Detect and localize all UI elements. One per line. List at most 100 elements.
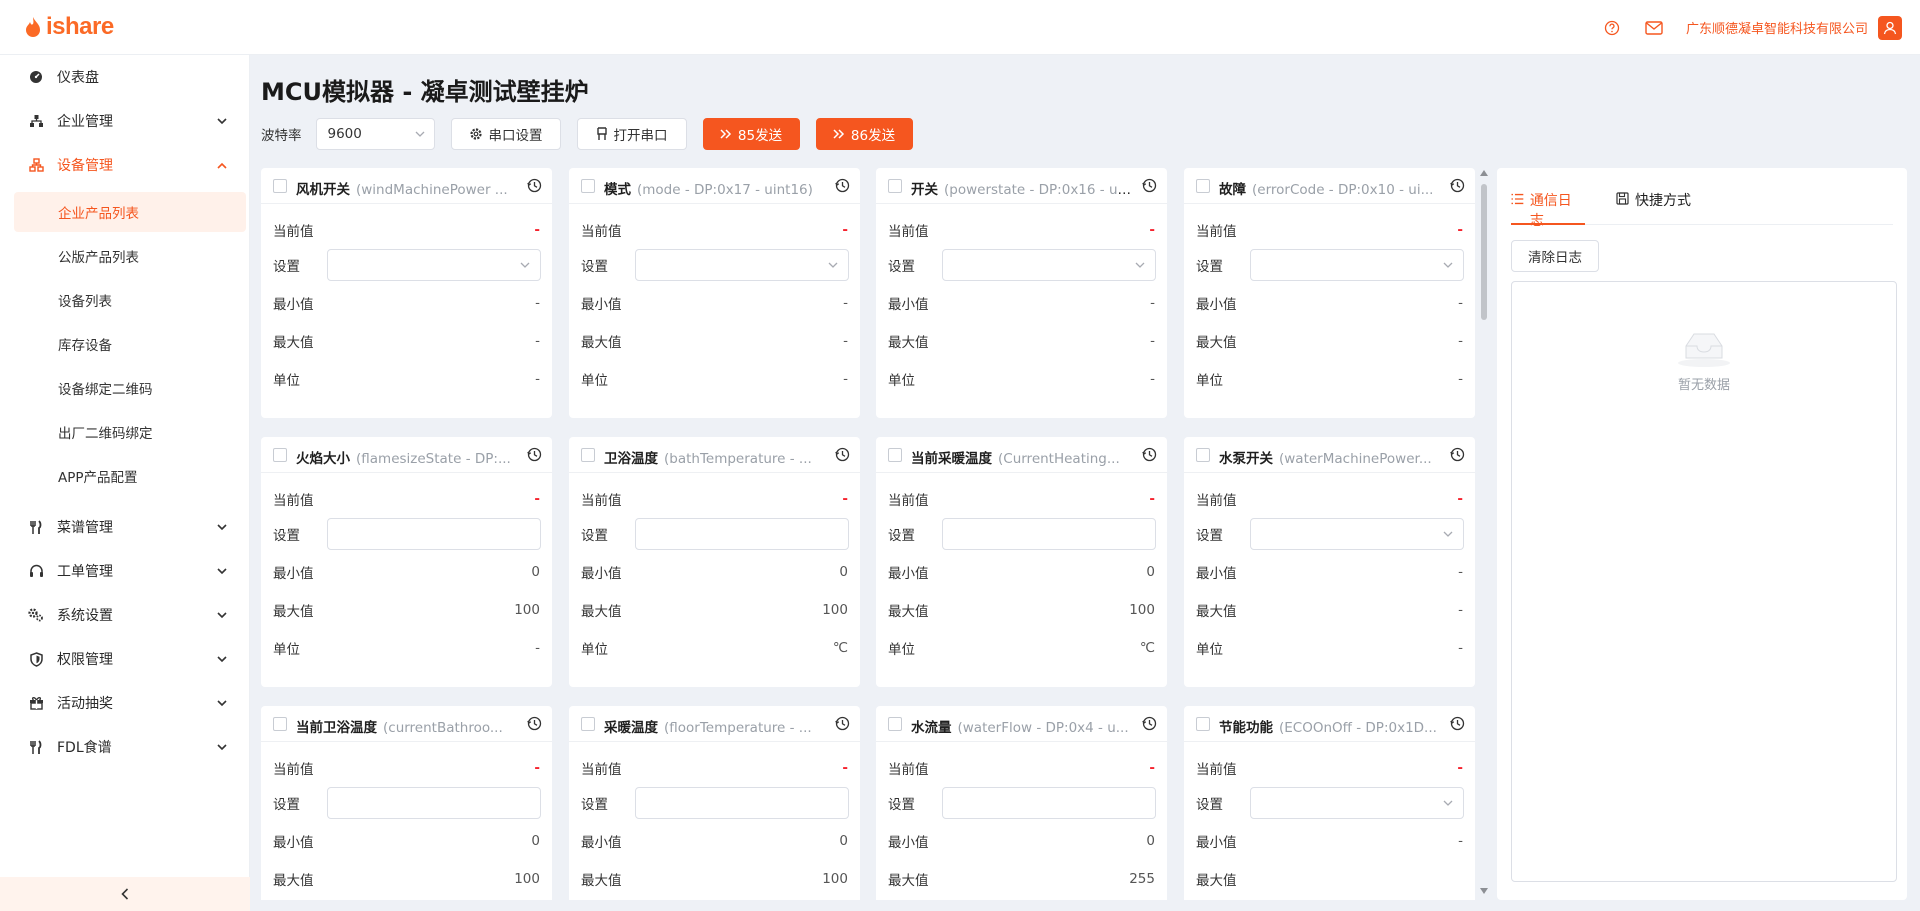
set-value-input[interactable] xyxy=(327,787,541,819)
send-85-button[interactable]: 85发送 xyxy=(702,118,800,150)
dp-select-checkbox[interactable] xyxy=(273,179,287,193)
sidebar-sub-public-products[interactable]: 公版产品列表 xyxy=(14,236,246,276)
history-icon[interactable] xyxy=(1142,178,1157,193)
dp-card-header: 模式 (mode - DP:0x17 - uint16) xyxy=(569,168,860,204)
dp-select-checkbox[interactable] xyxy=(1196,717,1210,731)
dp-select-checkbox[interactable] xyxy=(581,179,595,193)
set-value-select[interactable] xyxy=(942,249,1156,281)
user-avatar[interactable] xyxy=(1878,15,1902,40)
current-value-row: 当前值 - xyxy=(888,489,1155,509)
dp-select-checkbox[interactable] xyxy=(888,448,902,462)
double-chevron-right-icon xyxy=(833,129,844,139)
tab-comm-log-label: 通信日志 xyxy=(1529,193,1572,229)
set-value-select[interactable] xyxy=(327,249,541,281)
empty-inbox-icon xyxy=(1678,333,1730,367)
sidebar-collapse-button[interactable] xyxy=(0,877,250,911)
set-value-select[interactable] xyxy=(1250,518,1464,550)
max-value-row: 最大值 - xyxy=(1196,600,1463,620)
history-icon[interactable] xyxy=(1142,716,1157,731)
history-icon[interactable] xyxy=(527,447,542,462)
dp-select-checkbox[interactable] xyxy=(273,448,287,462)
history-icon[interactable] xyxy=(527,716,542,731)
set-value-input[interactable] xyxy=(327,518,541,550)
sidebar-sub-enterprise-products[interactable]: 企业产品列表 xyxy=(14,192,246,232)
tab-comm-log[interactable]: 通信日志 xyxy=(1511,190,1585,229)
sidebar-item-dashboard[interactable]: 仪表盘 xyxy=(0,55,250,99)
max-value: - xyxy=(1150,333,1155,349)
sidebar-item-label: 企业管理 xyxy=(57,114,113,130)
set-value-select[interactable] xyxy=(635,249,849,281)
set-value-input[interactable] xyxy=(942,787,1156,819)
tab-shortcuts[interactable]: 快捷方式 xyxy=(1616,190,1691,225)
sidebar-item-permissions[interactable]: 权限管理 xyxy=(0,637,250,681)
current-value-label: 当前值 xyxy=(581,493,622,509)
set-value-input[interactable] xyxy=(942,518,1156,550)
history-icon[interactable] xyxy=(1450,447,1465,462)
scroll-up-icon[interactable] xyxy=(1480,170,1488,176)
brand-logo[interactable]: ishare xyxy=(24,13,114,41)
dp-select-checkbox[interactable] xyxy=(888,179,902,193)
dp-card-header: 当前采暖温度 (CurrentHeating... xyxy=(876,437,1167,473)
max-value-row: 最大值 - xyxy=(1196,331,1463,351)
open-port-button[interactable]: 打开串口 xyxy=(576,118,687,150)
clear-log-button[interactable]: 清除日志 xyxy=(1511,240,1599,272)
history-icon[interactable] xyxy=(835,716,850,731)
sidebar-sub-bind-qrcode[interactable]: 设备绑定二维码 xyxy=(14,368,246,408)
sidebar-sub-device-list[interactable]: 设备列表 xyxy=(14,280,246,320)
grid-scrollbar[interactable] xyxy=(1478,168,1490,896)
set-value-input[interactable] xyxy=(635,518,849,550)
dp-code: (ECOOnOff - DP:0x1D... xyxy=(1279,720,1437,736)
current-value-row: 当前值 - xyxy=(888,220,1155,240)
dp-card: 故障 (errorCode - DP:0x10 - ui... 当前值 - 设置 最小值 -… xyxy=(1184,168,1475,418)
dp-select-checkbox[interactable] xyxy=(888,717,902,731)
history-icon[interactable] xyxy=(1450,178,1465,193)
scrollbar-thumb[interactable] xyxy=(1481,184,1487,320)
history-icon[interactable] xyxy=(835,447,850,462)
log-content: 暂无数据 xyxy=(1511,281,1897,882)
max-value: 100 xyxy=(514,602,540,618)
dp-select-checkbox[interactable] xyxy=(581,717,595,731)
sidebar-item-fdl-recipes[interactable]: FDL食谱 xyxy=(0,725,250,769)
mail-icon[interactable] xyxy=(1644,18,1664,38)
unit-value-row: 单位 - xyxy=(1196,638,1463,658)
sidebar-nav: 仪表盘 企业管理 设备管理 企业产品列表 公版产品列表 设备列表 库存设备 设备… xyxy=(0,55,250,911)
max-value-label: 最大值 xyxy=(273,873,314,889)
flame-logo-icon xyxy=(26,17,40,37)
history-icon[interactable] xyxy=(527,178,542,193)
send-86-button[interactable]: 86发送 xyxy=(815,118,913,150)
sidebar-item-recipes[interactable]: 菜谱管理 xyxy=(0,505,250,549)
min-value-row: 最小值 - xyxy=(1196,293,1463,313)
question-circle-icon[interactable] xyxy=(1602,18,1622,38)
unit-value-row: 单位 - xyxy=(273,638,540,658)
current-value-row: 当前值 - xyxy=(581,758,848,778)
dp-code: (windMachinePower ... xyxy=(356,182,508,198)
min-value-label: 最小值 xyxy=(1196,566,1237,582)
sidebar-sub-app-config[interactable]: APP产品配置 xyxy=(14,456,246,496)
sidebar-sub-factory-qrcode[interactable]: 出厂二维码绑定 xyxy=(14,412,246,452)
max-value-row: 最大值 - xyxy=(581,331,848,351)
dp-select-checkbox[interactable] xyxy=(1196,448,1210,462)
dp-select-checkbox[interactable] xyxy=(273,717,287,731)
log-panel: 通信日志 快捷方式 清除日志 暂无数据 xyxy=(1497,168,1907,900)
set-value-input[interactable] xyxy=(635,787,849,819)
max-value: - xyxy=(535,333,540,349)
max-value-label: 最大值 xyxy=(581,335,622,351)
history-icon[interactable] xyxy=(1450,716,1465,731)
set-value-select[interactable] xyxy=(1250,249,1464,281)
dp-select-checkbox[interactable] xyxy=(1196,179,1210,193)
sidebar-item-device[interactable]: 设备管理 xyxy=(0,143,250,187)
set-value-select[interactable] xyxy=(1250,787,1464,819)
scroll-down-icon[interactable] xyxy=(1480,888,1488,894)
history-icon[interactable] xyxy=(835,178,850,193)
dp-card: 采暖温度 (floorTemperature - ... 当前值 - 设置 最小值 0 最大值… xyxy=(569,706,860,900)
sidebar-item-system-settings[interactable]: 系统设置 xyxy=(0,593,250,637)
sidebar-item-workorders[interactable]: 工单管理 xyxy=(0,549,250,593)
sidebar-item-enterprise[interactable]: 企业管理 xyxy=(0,99,250,143)
baud-rate-select[interactable]: 9600 xyxy=(315,118,435,150)
company-name-link[interactable]: 广东顺德凝卓智能科技有限公司 xyxy=(1686,18,1868,37)
dp-select-checkbox[interactable] xyxy=(581,448,595,462)
sidebar-item-lottery[interactable]: 活动抽奖 xyxy=(0,681,250,725)
serial-settings-button[interactable]: 串口设置 xyxy=(450,118,561,150)
sidebar-sub-inventory[interactable]: 库存设备 xyxy=(14,324,246,364)
history-icon[interactable] xyxy=(1142,447,1157,462)
